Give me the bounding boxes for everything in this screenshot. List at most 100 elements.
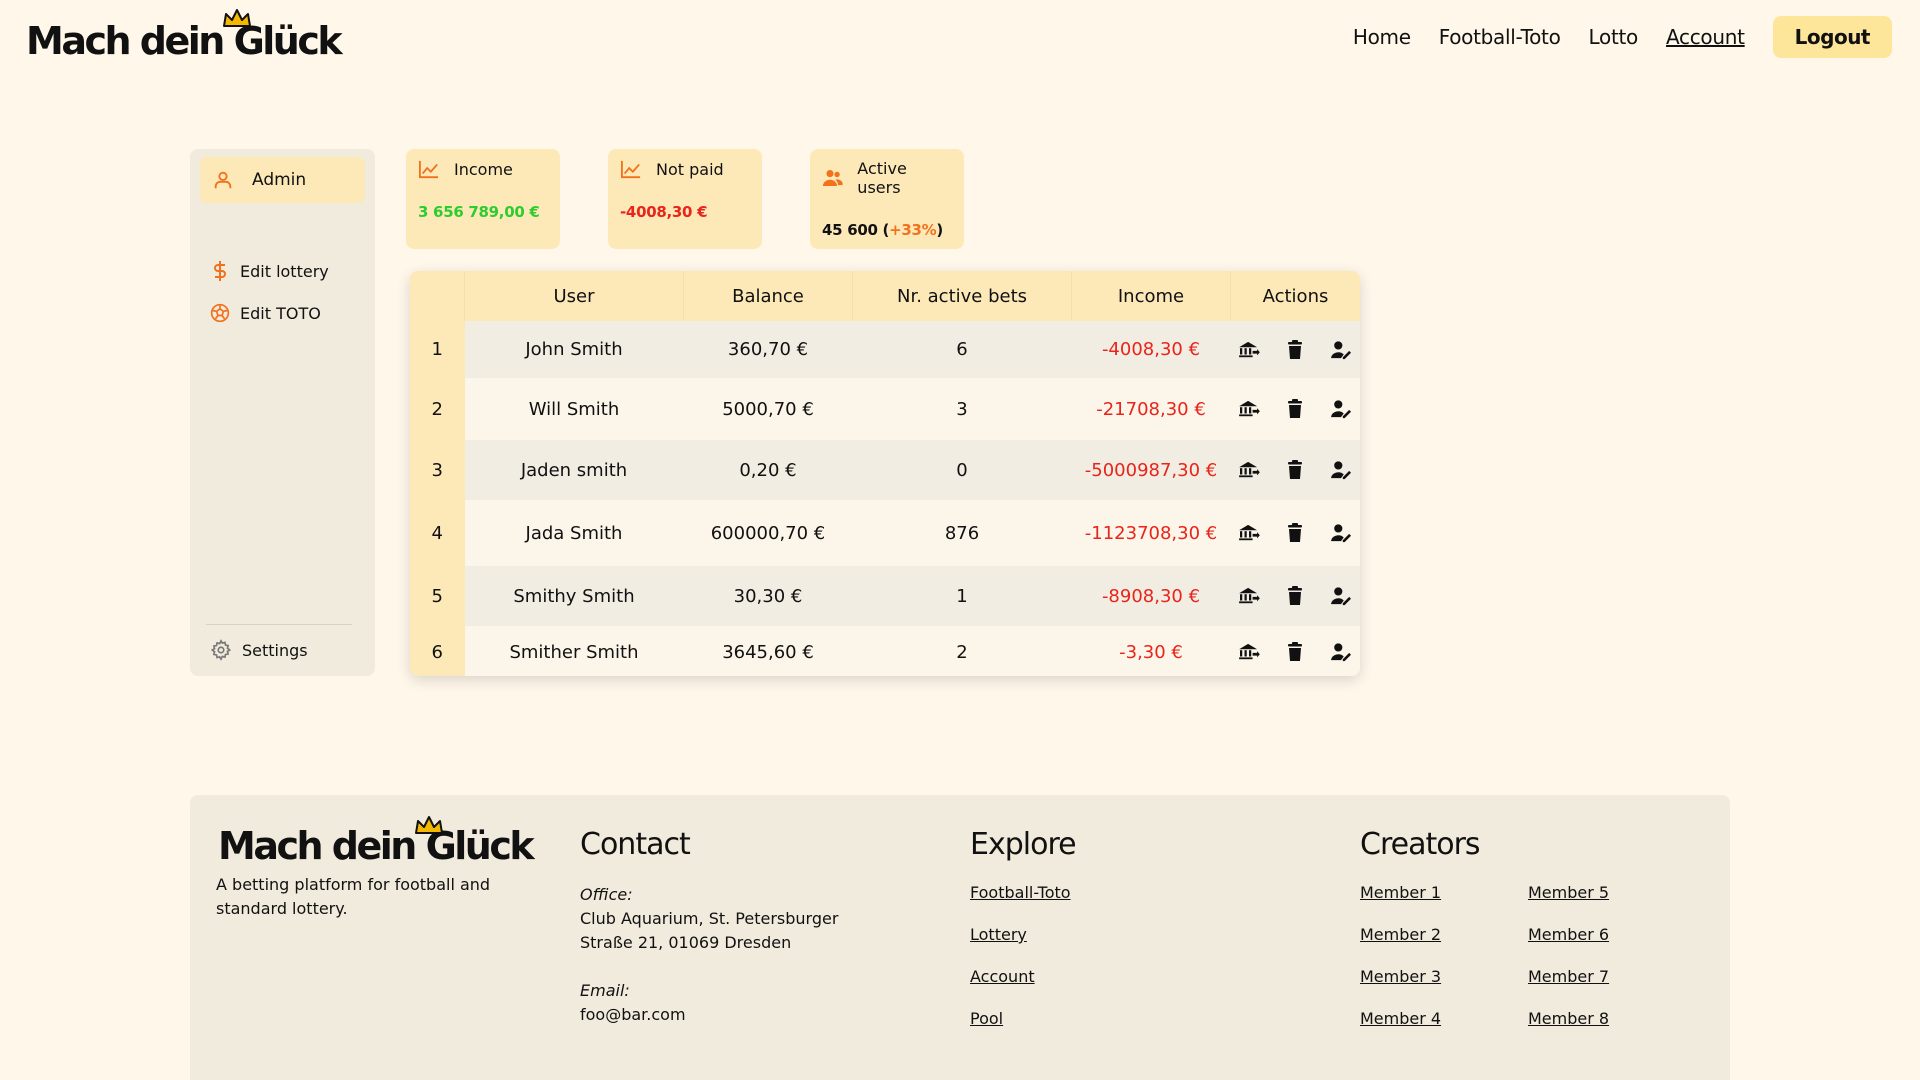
footer-logo[interactable]: Mach dein Glück xyxy=(218,816,535,865)
stat-label: Not paid xyxy=(656,159,724,179)
cell-balance: 360,70 € xyxy=(683,321,853,378)
cell-income: -4008,30 € xyxy=(1071,321,1231,378)
bank-transfer-icon[interactable] xyxy=(1237,521,1261,545)
bank-transfer-icon[interactable] xyxy=(1237,458,1261,482)
trash-icon[interactable] xyxy=(1283,338,1307,362)
trash-icon[interactable] xyxy=(1283,640,1307,664)
cell-actions xyxy=(1230,566,1360,626)
sidebar-item-edit-toto[interactable]: Edit TOTO xyxy=(210,303,321,323)
cell-balance: 30,30 € xyxy=(683,566,853,626)
footer-link-member-4[interactable]: Member 4 xyxy=(1360,1009,1441,1028)
footer-link-member-3[interactable]: Member 3 xyxy=(1360,967,1441,986)
sidebar-admin-label: Admin xyxy=(252,170,307,190)
row-index: 3 xyxy=(410,440,465,500)
user-edit-icon[interactable] xyxy=(1329,640,1353,664)
footer-creators-title: Creators xyxy=(1360,827,1481,862)
user-edit-icon[interactable] xyxy=(1329,338,1353,362)
table-row: 3 Jaden smith 0,20 €0 -5000987,30 € xyxy=(410,440,1360,500)
logout-button[interactable]: Logout xyxy=(1772,16,1892,58)
footer-link-member-2[interactable]: Member 2 xyxy=(1360,925,1441,944)
nav-home[interactable]: Home xyxy=(1353,25,1411,49)
stat-label: Active users xyxy=(857,159,907,197)
footer: Mach dein Glück A betting platform for f… xyxy=(190,795,1730,1080)
footer-link-account[interactable]: Account xyxy=(970,967,1035,986)
stat-card-income: Income 3 656 789,00 € xyxy=(406,149,560,249)
cell-active-bets: 0 xyxy=(852,440,1072,500)
cell-actions xyxy=(1230,378,1360,440)
footer-link-member-1[interactable]: Member 1 xyxy=(1360,883,1441,902)
user-edit-icon[interactable] xyxy=(1329,584,1353,608)
bank-transfer-icon[interactable] xyxy=(1237,584,1261,608)
office-line-1: Club Aquarium, St. Petersburger xyxy=(580,909,839,928)
bank-transfer-icon[interactable] xyxy=(1237,338,1261,362)
footer-link-member-8[interactable]: Member 8 xyxy=(1528,1009,1609,1028)
stat-value: -4008,30 € xyxy=(620,203,708,221)
cell-actions xyxy=(1230,626,1360,676)
stat-card-not-paid: Not paid -4008,30 € xyxy=(608,149,762,249)
cell-income: -3,30 € xyxy=(1071,626,1231,676)
stat-value: 3 656 789,00 € xyxy=(418,203,540,221)
cell-user: Smithy Smith xyxy=(464,566,684,626)
gear-icon xyxy=(210,639,232,661)
nav-lotto[interactable]: Lotto xyxy=(1589,25,1639,49)
user-edit-icon[interactable] xyxy=(1329,458,1353,482)
cell-income: -5000987,30 € xyxy=(1071,440,1231,500)
logo[interactable]: Mach dein Glück xyxy=(26,9,343,63)
col-header-user[interactable]: User xyxy=(464,271,684,321)
footer-link-member-5[interactable]: Member 5 xyxy=(1528,883,1609,902)
trash-icon[interactable] xyxy=(1283,521,1307,545)
nav-football-toto[interactable]: Football-Toto xyxy=(1439,25,1561,49)
cell-income: -21708,30 € xyxy=(1071,378,1231,440)
row-index: 5 xyxy=(410,566,465,626)
trash-icon[interactable] xyxy=(1283,458,1307,482)
admin-sidebar: Admin Edit lottery Edit TOTO Settings xyxy=(190,149,375,676)
sidebar-item-label: Edit TOTO xyxy=(240,303,321,323)
cell-actions xyxy=(1230,500,1360,566)
table-header-row: User Balance Nr. active bets Income Acti… xyxy=(410,271,1360,321)
crown-icon xyxy=(415,816,443,834)
footer-contact: Office: Club Aquarium, St. Petersburger … xyxy=(580,883,838,1027)
sidebar-item-settings[interactable]: Settings xyxy=(210,639,308,661)
logo-text: Mach dein Glück xyxy=(26,19,343,63)
col-header-actions: Actions xyxy=(1230,271,1360,321)
footer-link-member-6[interactable]: Member 6 xyxy=(1528,925,1609,944)
cell-user: Jada Smith xyxy=(464,500,684,566)
footer-link-member-7[interactable]: Member 7 xyxy=(1528,967,1609,986)
user-icon xyxy=(214,171,232,189)
user-edit-icon[interactable] xyxy=(1329,397,1353,421)
footer-link-pool[interactable]: Pool xyxy=(970,1009,1003,1028)
footer-link-football-toto[interactable]: Football-Toto xyxy=(970,883,1071,902)
trash-icon[interactable] xyxy=(1283,584,1307,608)
footer-link-lottery[interactable]: Lottery xyxy=(970,925,1027,944)
stat-delta: +33% xyxy=(889,221,937,239)
nav-account[interactable]: Account xyxy=(1666,25,1745,49)
cell-active-bets: 6 xyxy=(852,321,1072,378)
cell-active-bets: 2 xyxy=(852,626,1072,676)
users-table: User Balance Nr. active bets Income Acti… xyxy=(410,271,1360,676)
cell-actions xyxy=(1230,440,1360,500)
row-index: 2 xyxy=(410,378,465,440)
trash-icon[interactable] xyxy=(1283,397,1307,421)
table-row: 4 Jada Smith 600000,70 €876 -1123708,30 € xyxy=(410,500,1360,566)
bank-transfer-icon[interactable] xyxy=(1237,397,1261,421)
col-header-active-bets[interactable]: Nr. active bets xyxy=(852,271,1072,321)
chart-line-icon xyxy=(419,160,439,179)
sidebar-settings-label: Settings xyxy=(242,640,308,660)
cell-balance: 5000,70 € xyxy=(683,378,853,440)
sidebar-item-edit-lottery[interactable]: Edit lottery xyxy=(210,259,329,283)
col-header-index xyxy=(410,271,465,321)
sidebar-item-admin[interactable]: Admin xyxy=(200,157,365,203)
cell-active-bets: 876 xyxy=(852,500,1072,566)
email-label: Email: xyxy=(580,981,630,1000)
cell-income: -1123708,30 € xyxy=(1071,500,1231,566)
user-edit-icon[interactable] xyxy=(1329,521,1353,545)
bank-transfer-icon[interactable] xyxy=(1237,640,1261,664)
footer-description: A betting platform for football and stan… xyxy=(216,875,491,918)
footer-contact-title: Contact xyxy=(580,827,691,862)
users-icon xyxy=(822,170,843,186)
col-header-balance[interactable]: Balance xyxy=(683,271,853,321)
table-row: 6 Smither Smith 3645,60 €2 -3,30 € xyxy=(410,626,1360,676)
cell-actions xyxy=(1230,321,1360,378)
col-header-income[interactable]: Income xyxy=(1071,271,1231,321)
table-row: 2 Will Smith 5000,70 €3 -21708,30 € xyxy=(410,378,1360,440)
